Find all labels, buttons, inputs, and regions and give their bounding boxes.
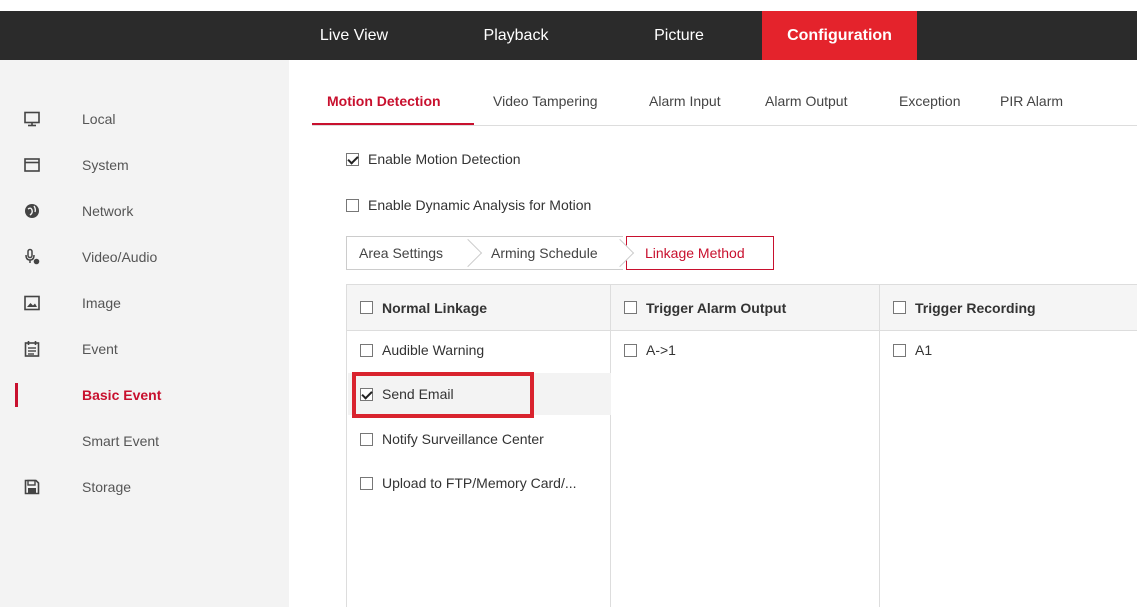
linkage-table: Normal Linkage Audible Warning Send Emai… bbox=[346, 284, 1137, 607]
normal-linkage-column: Normal Linkage Audible Warning Send Emai… bbox=[346, 285, 611, 607]
step-linkage-method[interactable]: Linkage Method bbox=[626, 236, 774, 270]
recording-a1-checkbox[interactable] bbox=[893, 343, 906, 357]
audible-warning-label: Audible Warning bbox=[382, 342, 485, 358]
step-area-settings[interactable]: Area Settings bbox=[346, 236, 483, 270]
sidebar-item-network[interactable]: Network bbox=[0, 188, 289, 234]
upload-ftp-option[interactable]: Upload to FTP/Memory Card/... bbox=[360, 475, 577, 491]
enable-dynamic-analysis[interactable]: Enable Dynamic Analysis for Motion bbox=[346, 197, 591, 213]
upload-ftp-checkbox[interactable] bbox=[360, 476, 373, 490]
enable-motion-detection[interactable]: Enable Motion Detection bbox=[346, 151, 521, 167]
highlight-annotation-box bbox=[352, 372, 534, 418]
trigger-recording-header[interactable]: Trigger Recording bbox=[880, 285, 1137, 331]
sidebar-item-event[interactable]: Event bbox=[0, 326, 289, 372]
sidebar-item-system[interactable]: System bbox=[0, 142, 289, 188]
monitor-icon bbox=[23, 110, 41, 128]
normal-linkage-checkbox[interactable] bbox=[360, 301, 373, 314]
step-label: Area Settings bbox=[359, 245, 444, 261]
upload-ftp-label: Upload to FTP/Memory Card/... bbox=[382, 475, 577, 491]
sidebar-item-local[interactable]: Local bbox=[0, 96, 289, 142]
nav-live-view[interactable]: Live View bbox=[312, 11, 396, 60]
sidebar-item-label: Image bbox=[82, 295, 121, 311]
sidebar-item-label: Video/Audio bbox=[82, 249, 158, 265]
trigger-recording-checkbox[interactable] bbox=[893, 301, 906, 314]
sidebar-item-storage[interactable]: Storage bbox=[0, 464, 289, 510]
audible-warning-checkbox[interactable] bbox=[360, 343, 373, 357]
sidebar-item-label: Storage bbox=[82, 479, 132, 495]
enable-motion-checkbox[interactable] bbox=[346, 152, 359, 166]
audible-warning-option[interactable]: Audible Warning bbox=[360, 342, 484, 358]
floppy-icon bbox=[23, 478, 41, 496]
tab-alarm-output[interactable]: Alarm Output bbox=[765, 82, 847, 125]
recording-a1-option[interactable]: A1 bbox=[893, 342, 932, 358]
normal-linkage-label: Normal Linkage bbox=[382, 299, 488, 316]
notify-surveillance-label: Notify Surveillance Center bbox=[382, 431, 544, 447]
top-nav-bar: Live View Playback Picture Configuration bbox=[0, 11, 1137, 60]
normal-linkage-header[interactable]: Normal Linkage bbox=[347, 285, 610, 331]
trigger-alarm-output-header[interactable]: Trigger Alarm Output bbox=[611, 285, 879, 331]
sidebar-item-smart-event[interactable]: Smart Event bbox=[0, 418, 289, 464]
nav-picture[interactable]: Picture bbox=[634, 11, 724, 60]
notify-surveillance-checkbox[interactable] bbox=[360, 432, 373, 446]
trigger-recording-column: Trigger Recording A1 bbox=[880, 285, 1137, 607]
sidebar-item-image[interactable]: Image bbox=[0, 280, 289, 326]
microphone-icon bbox=[23, 248, 41, 266]
nav-playback[interactable]: Playback bbox=[461, 11, 571, 60]
tab-alarm-input[interactable]: Alarm Input bbox=[649, 82, 721, 125]
enable-dynamic-label: Enable Dynamic Analysis for Motion bbox=[368, 197, 592, 213]
sidebar: Local System Network Video/Audio Image E… bbox=[0, 60, 289, 607]
recording-a1-label: A1 bbox=[915, 342, 933, 358]
trigger-alarm-output-column: Trigger Alarm Output A->1 bbox=[611, 285, 880, 607]
enable-motion-label: Enable Motion Detection bbox=[368, 151, 521, 167]
trigger-alarm-output-label: Trigger Alarm Output bbox=[646, 299, 787, 316]
alarm-output-a1-checkbox[interactable] bbox=[624, 343, 637, 357]
image-icon bbox=[23, 294, 41, 312]
sidebar-item-label: Basic Event bbox=[82, 387, 162, 403]
setting-steps: Area Settings Arming Schedule Linkage Me… bbox=[346, 236, 774, 270]
globe-icon bbox=[23, 202, 41, 220]
alarm-output-a1-option[interactable]: A->1 bbox=[624, 342, 676, 358]
step-label: Arming Schedule bbox=[491, 245, 598, 261]
tab-exception[interactable]: Exception bbox=[899, 82, 960, 125]
calendar-icon bbox=[23, 340, 41, 358]
event-subtabs: Motion Detection Video Tampering Alarm I… bbox=[312, 82, 1137, 126]
sidebar-item-label: Smart Event bbox=[82, 433, 160, 449]
nav-configuration[interactable]: Configuration bbox=[762, 11, 917, 60]
sidebar-item-video-audio[interactable]: Video/Audio bbox=[0, 234, 289, 280]
notify-surveillance-option[interactable]: Notify Surveillance Center bbox=[360, 431, 544, 447]
window-icon bbox=[23, 156, 41, 174]
trigger-alarm-output-checkbox[interactable] bbox=[624, 301, 637, 314]
sidebar-item-label: Event bbox=[82, 341, 118, 357]
trigger-recording-label: Trigger Recording bbox=[915, 299, 1036, 316]
step-arming-schedule[interactable]: Arming Schedule bbox=[471, 236, 635, 270]
sidebar-item-label: System bbox=[82, 157, 129, 173]
tab-pir-alarm[interactable]: PIR Alarm bbox=[1000, 82, 1063, 125]
enable-dynamic-checkbox[interactable] bbox=[346, 198, 359, 212]
tab-motion-detection[interactable]: Motion Detection bbox=[312, 82, 474, 125]
step-label: Linkage Method bbox=[645, 245, 745, 261]
sidebar-item-label: Local bbox=[82, 111, 116, 127]
sidebar-item-basic-event[interactable]: Basic Event bbox=[0, 372, 289, 418]
tab-video-tampering[interactable]: Video Tampering bbox=[493, 82, 598, 125]
alarm-output-a1-label: A->1 bbox=[646, 342, 676, 358]
sidebar-item-label: Network bbox=[82, 203, 134, 219]
main-content: Motion Detection Video Tampering Alarm I… bbox=[289, 60, 1137, 607]
